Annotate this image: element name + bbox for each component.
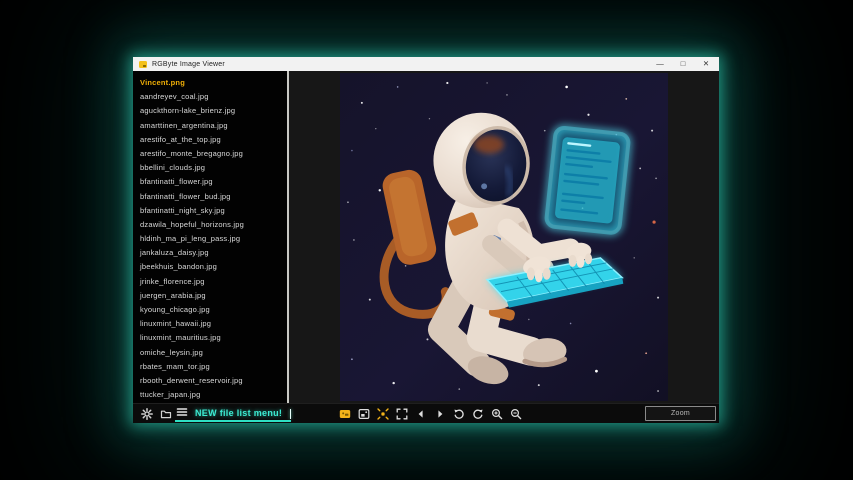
file-list-item[interactable]: linuxmint_hawaii.jpg (140, 317, 287, 331)
rotate-cw-icon (472, 408, 484, 420)
window-title: RGByte Image Viewer (152, 61, 225, 68)
display-mode-icon (339, 408, 351, 420)
file-list-item[interactable]: arestifo_at_the_top.jpg (140, 133, 287, 147)
left-tools (140, 407, 172, 420)
status-bar: NEW file list menu! (133, 403, 719, 423)
visor-highlight (481, 183, 487, 189)
visor-reflection-warm (474, 136, 504, 154)
file-list-item[interactable]: amarttinen_argentina.jpg (140, 119, 287, 133)
file-list-item[interactable]: rbates_mam_tor.jpg (140, 360, 287, 374)
file-list-item[interactable]: dzawila_hopeful_horizons.jpg (140, 218, 287, 232)
text-caret (290, 409, 291, 419)
file-list-item[interactable]: linuxmint_mauritius.jpg (140, 331, 287, 345)
viewer-image (340, 73, 668, 401)
folder-icon (160, 408, 172, 420)
chevron-left-icon (415, 408, 427, 420)
viewer-toolbar (339, 404, 522, 423)
maximize-button[interactable]: □ (678, 58, 688, 70)
zoom-in-button[interactable] (491, 408, 503, 420)
window-controls: — □ ✕ (655, 58, 713, 70)
file-list-item[interactable]: arestifo_monte_bregagno.jpg (140, 147, 287, 161)
chevron-right-icon (434, 408, 446, 420)
fit-to-screen-button[interactable] (377, 408, 389, 420)
file-list-item[interactable]: Vincent.png (140, 76, 287, 90)
file-list-item[interactable]: juergen_arabia.jpg (140, 289, 287, 303)
zoom-out-button[interactable] (510, 408, 522, 420)
rotate-ccw-button[interactable] (453, 408, 465, 420)
file-list-item[interactable]: jankaluza_daisy.jpg (140, 246, 287, 260)
zoom-button[interactable]: Zoom (645, 406, 716, 421)
file-list-item[interactable]: omiche_leysin.jpg (140, 346, 287, 360)
file-list-item[interactable]: bbellini_clouds.jpg (140, 161, 287, 175)
app-window: RGByte Image Viewer — □ ✕ Vincent.pngaan… (133, 57, 719, 423)
file-list-item[interactable]: hldinh_ma_pi_leng_pass.jpg (140, 232, 287, 246)
file-list-item[interactable]: bfantinatti_night_sky.jpg (140, 204, 287, 218)
fullscreen-icon (396, 408, 408, 420)
settings-button[interactable] (140, 407, 153, 420)
minimize-button[interactable]: — (655, 58, 665, 70)
gear-icon (141, 408, 153, 420)
file-list-menu-annotation: NEW file list menu! (175, 406, 291, 422)
zoom-out-icon (510, 408, 522, 420)
close-button[interactable]: ✕ (701, 58, 711, 70)
file-list-item[interactable]: kyoung_chicago.jpg (140, 303, 287, 317)
hologram-screen (546, 127, 630, 234)
file-list-item[interactable]: jrinke_florence.jpg (140, 275, 287, 289)
file-list-menu-button[interactable] (175, 406, 188, 419)
main-content: Vincent.pngaandreyev_coal.jpgaguckthorn-… (133, 71, 719, 403)
rotate-cw-button[interactable] (472, 408, 484, 420)
file-list-item[interactable]: rbooth_derwent_reservoir.jpg (140, 374, 287, 388)
file-list: Vincent.pngaandreyev_coal.jpgaguckthorn-… (133, 71, 287, 403)
open-folder-button[interactable] (159, 407, 172, 420)
list-icon (176, 406, 188, 418)
file-list-item[interactable]: ttucker_japan.jpg (140, 388, 287, 402)
image-frame-button[interactable] (358, 408, 370, 420)
image-viewport (289, 71, 719, 403)
file-list-item[interactable]: aguckthorn-lake_brienz.jpg (140, 104, 287, 118)
fullscreen-button[interactable] (396, 408, 408, 420)
annotation-text: NEW file list menu! (195, 408, 282, 419)
next-image-button[interactable] (434, 408, 446, 420)
fit-to-screen-icon (377, 408, 389, 420)
zoom-button-label: Zoom (671, 410, 690, 417)
rotate-ccw-icon (453, 408, 465, 420)
previous-image-button[interactable] (415, 408, 427, 420)
display-mode-button[interactable] (339, 408, 351, 420)
file-list-item[interactable]: jbeekhuis_bandon.jpg (140, 260, 287, 274)
file-list-item[interactable]: bfantinatti_flower_bud.jpg (140, 190, 287, 204)
zoom-in-icon (491, 408, 503, 420)
app-icon (139, 61, 147, 68)
file-list-item[interactable]: bfantinatti_flower.jpg (140, 175, 287, 189)
image-frame-icon (358, 408, 370, 420)
file-list-item[interactable]: aandreyev_coal.jpg (140, 90, 287, 104)
title-bar: RGByte Image Viewer — □ ✕ (133, 57, 719, 71)
